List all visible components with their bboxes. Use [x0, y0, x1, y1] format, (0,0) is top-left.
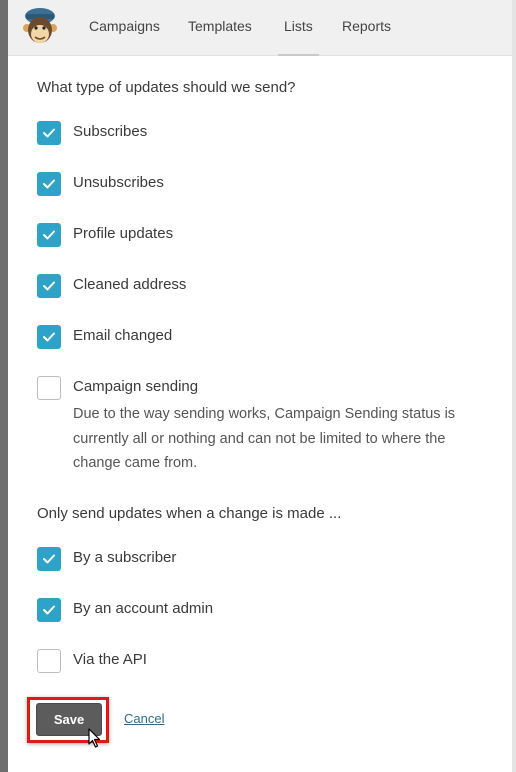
checkbox-label: Subscribes — [73, 123, 148, 140]
checkbox-label: By a subscriber — [73, 549, 177, 566]
nav-tab-templates[interactable]: Templates — [188, 0, 252, 56]
checkbox-checked-icon[interactable] — [37, 223, 61, 247]
mailchimp-logo-icon[interactable] — [20, 4, 60, 48]
checkbox-checked-icon[interactable] — [37, 325, 61, 349]
checkbox-label: Campaign sending — [73, 378, 199, 395]
checkbox-label: Profile updates — [73, 225, 174, 242]
checkbox-unchecked-icon[interactable] — [37, 649, 61, 673]
cancel-link[interactable]: Cancel — [124, 711, 164, 726]
scrollbar-track[interactable] — [512, 0, 516, 772]
checkbox-checked-icon[interactable] — [37, 121, 61, 145]
checkbox-label: Cleaned address — [73, 276, 187, 293]
checkbox-checked-icon[interactable] — [37, 274, 61, 298]
checkbox-label: Email changed — [73, 327, 173, 344]
change-sources-heading: Only send updates when a change is made … — [37, 505, 342, 522]
checkbox-checked-icon[interactable] — [37, 547, 61, 571]
nav-tab-lists[interactable]: Lists — [278, 0, 319, 56]
checkbox-label: Via the API — [73, 651, 147, 668]
checkbox-label: By an account admin — [73, 600, 214, 617]
top-navigation: Campaigns Templates Lists Reports — [8, 0, 512, 56]
nav-tab-reports[interactable]: Reports — [342, 0, 391, 56]
window-left-edge — [0, 0, 8, 772]
checkbox-checked-icon[interactable] — [37, 598, 61, 622]
mouse-pointer-icon — [88, 728, 102, 753]
campaign-sending-description: Due to the way sending works, Campaign S… — [73, 406, 456, 471]
nav-tab-campaigns[interactable]: Campaigns — [89, 0, 160, 56]
checkbox-unchecked-icon[interactable] — [37, 376, 61, 400]
update-types-heading: What type of updates should we send? — [37, 79, 296, 96]
checkbox-label: Unsubscribes — [73, 174, 164, 191]
checkbox-checked-icon[interactable] — [37, 172, 61, 196]
